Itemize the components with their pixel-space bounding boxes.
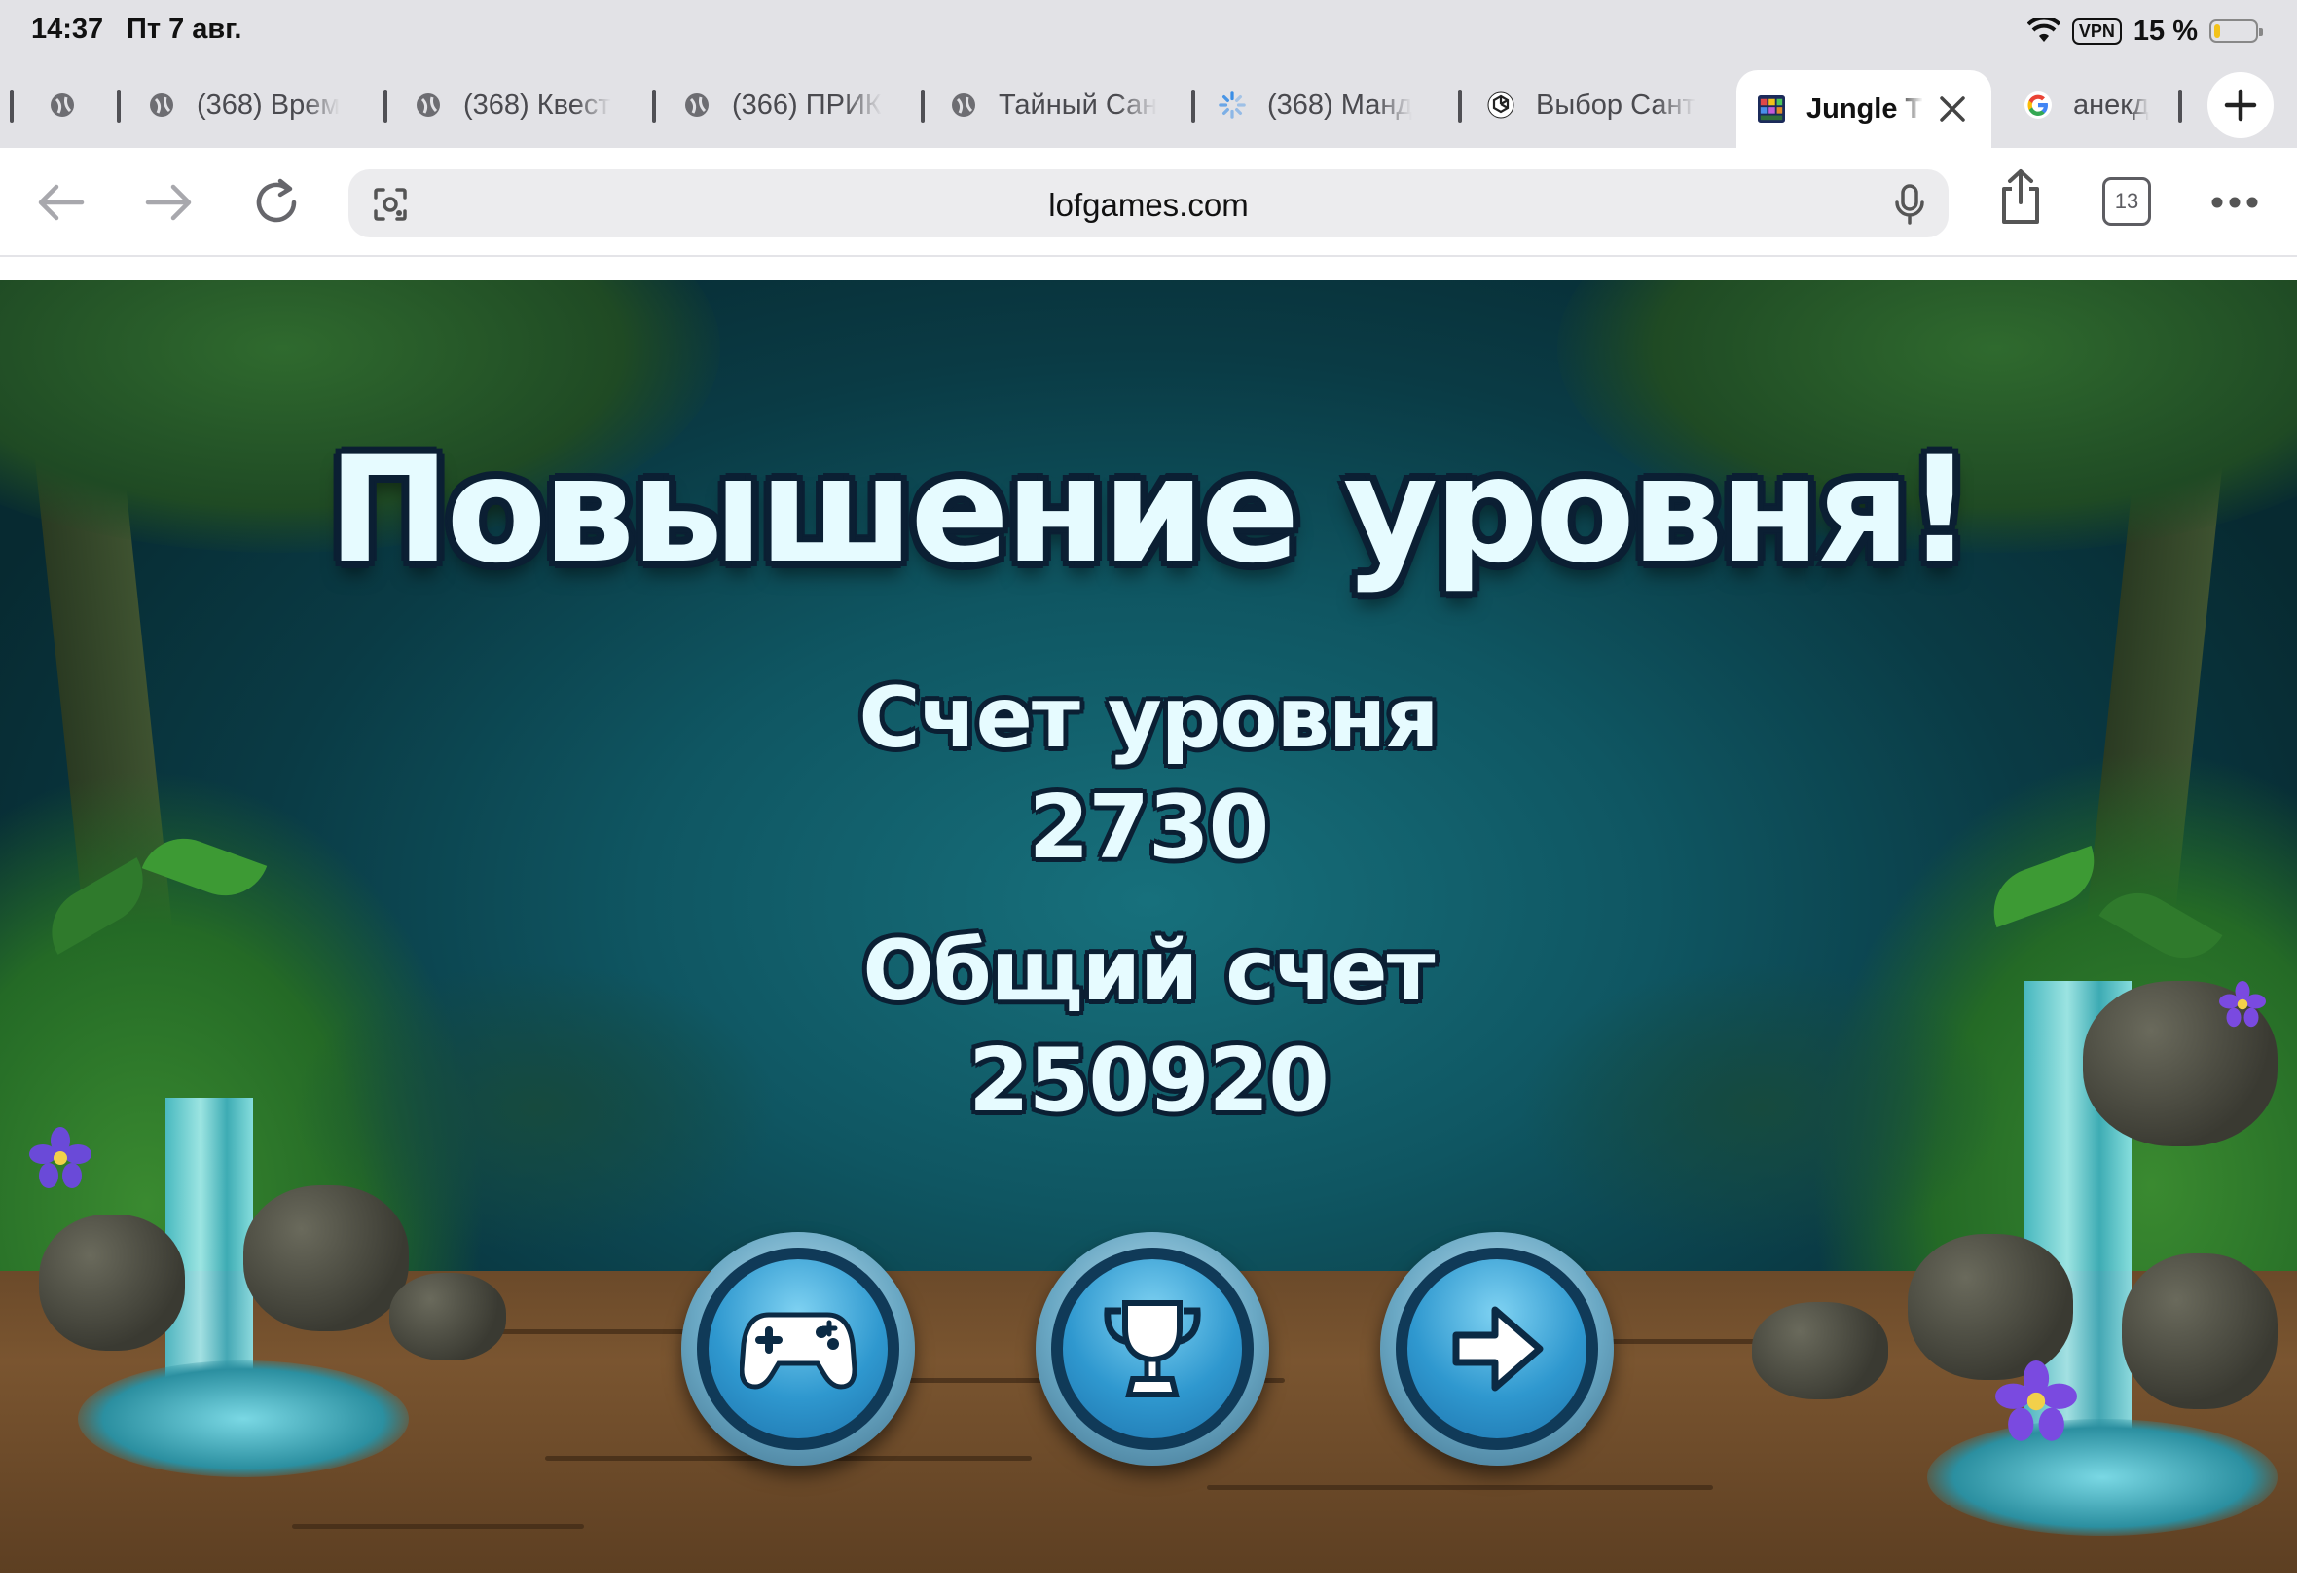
share-icon: [2002, 169, 2039, 224]
tab-title: (366) ПРИК: [732, 89, 882, 121]
tab-separator: [2178, 90, 2182, 123]
plus-icon: [2224, 89, 2257, 122]
microphone-icon[interactable]: [1892, 183, 1927, 231]
new-tab-button[interactable]: [2207, 72, 2274, 138]
tab-title: Jungle T: [1806, 92, 1923, 125]
globe-icon: [148, 91, 175, 119]
address-bar[interactable]: lofgames.com: [348, 169, 1949, 237]
tab-3[interactable]: (366) ПРИК: [683, 70, 897, 140]
rock: [2122, 1253, 2278, 1409]
tab-title: Выбор Сант: [1536, 89, 1695, 121]
level-score-value: 2730: [1028, 777, 1270, 879]
google-icon: [2024, 91, 2052, 119]
share-button[interactable]: [1991, 167, 2050, 226]
gamepad-icon: [740, 1312, 857, 1390]
pool-left: [78, 1360, 409, 1477]
tab-separator: [1191, 90, 1195, 123]
total-score-value: 250920: [968, 1030, 1330, 1132]
game-canvas[interactable]: Повышение уровня! Счет уровня 2730 Общий…: [0, 280, 2297, 1573]
flower-icon: [1995, 1360, 2077, 1441]
tab-separator: [117, 90, 121, 123]
tab-title: (368) Врем: [197, 89, 341, 121]
tab-6[interactable]: Выбор Сант: [1487, 70, 1711, 140]
game-icon: [1758, 95, 1785, 123]
status-time: 14:37: [31, 14, 104, 45]
next-level-button[interactable]: [1380, 1232, 1614, 1466]
status-indicators: VPN 15 %: [2026, 12, 2263, 51]
tab-5[interactable]: (368) Манд: [1219, 70, 1435, 140]
back-button[interactable]: [31, 173, 90, 232]
more-button[interactable]: [2206, 173, 2264, 232]
arrow-right-icon: [1452, 1306, 1544, 1392]
globe-icon: [49, 91, 76, 119]
vpn-badge: VPN: [2071, 18, 2122, 45]
status-date: Пт 7 авг.: [127, 14, 242, 45]
loading-icon: [1219, 91, 1246, 119]
forward-button[interactable]: [140, 173, 199, 232]
tab-title: (368) Манд: [1267, 89, 1413, 121]
battery-percent: 15 %: [2133, 15, 2198, 47]
globe-icon: [950, 91, 977, 119]
tab-separator: [10, 90, 14, 123]
tab-strip: (368) Врем (368) Квест (366) ПРИК Тайный…: [0, 62, 2297, 148]
reload-button[interactable]: [247, 173, 306, 232]
battery-icon: [2209, 19, 2263, 43]
tab-4[interactable]: Тайный Сан: [950, 70, 1164, 140]
arrow-left-icon: [38, 184, 85, 221]
arrow-right-icon: [145, 184, 192, 221]
leaderboard-button[interactable]: [1036, 1232, 1269, 1466]
trophy-icon: [1104, 1300, 1201, 1397]
tab-title: Тайный Сан: [999, 89, 1158, 121]
tab-8[interactable]: анекд: [2024, 70, 2190, 140]
tab-separator: [383, 90, 387, 123]
rock: [1752, 1302, 1888, 1399]
flower-icon: [29, 1127, 91, 1188]
browser-toolbar: lofgames.com 13: [0, 148, 2297, 257]
globe-icon: [415, 91, 442, 119]
level-up-title: Повышение уровня!: [327, 426, 1973, 596]
tab-title: анекд: [2073, 89, 2149, 121]
wifi-icon: [2026, 18, 2060, 44]
tab-2[interactable]: (368) Квест: [415, 70, 629, 140]
tab-1[interactable]: (368) Врем: [148, 70, 362, 140]
tab-separator: [1458, 90, 1462, 123]
tab-pinned[interactable]: [49, 70, 88, 140]
status-bar: 14:37 Пт 7 авг. VPN 15 %: [0, 0, 2297, 62]
rock: [39, 1215, 185, 1351]
page-bottom: [0, 1573, 2297, 1596]
tab-active[interactable]: Jungle T: [1736, 70, 1991, 148]
tab-separator: [921, 90, 925, 123]
battery-level: [2214, 24, 2220, 38]
tab-count-button[interactable]: 13: [2102, 177, 2151, 226]
rock: [1908, 1234, 2073, 1380]
rock: [389, 1273, 506, 1360]
reload-icon: [256, 178, 297, 223]
more-icon: [2211, 197, 2258, 208]
close-tab-icon[interactable]: [1935, 91, 1970, 127]
pool-right: [1927, 1419, 2278, 1536]
level-score-label: Счет уровня: [858, 670, 1439, 767]
play-again-button[interactable]: [681, 1232, 915, 1466]
total-score-label: Общий счет: [862, 923, 1436, 1020]
openai-icon: [1487, 91, 1514, 119]
globe-icon: [683, 91, 711, 119]
address-url: lofgames.com: [1048, 187, 1249, 223]
rock: [243, 1185, 409, 1331]
tab-title: (368) Квест: [463, 89, 611, 121]
tab-separator: [652, 90, 656, 123]
